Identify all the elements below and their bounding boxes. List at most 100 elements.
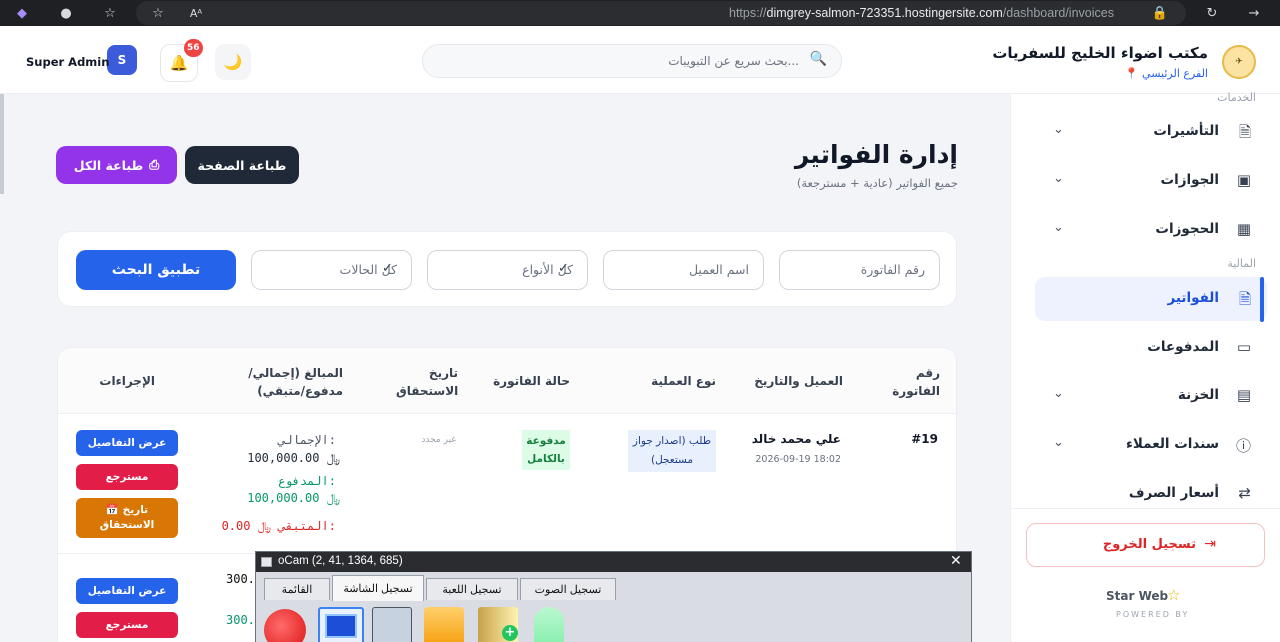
user-avatar[interactable]: S: [107, 45, 137, 75]
ocam-app-icon: [261, 557, 272, 567]
invoice-number[interactable]: #19: [911, 432, 938, 446]
branch-label[interactable]: 📍 الفرع الرئيسي: [1125, 67, 1208, 80]
print-page-button[interactable]: طباعة الصفحة: [185, 146, 299, 184]
sidebar-item-label: الفواتير: [1167, 290, 1219, 306]
profile-icon[interactable]: ●: [56, 3, 76, 23]
check-icon: ✓: [382, 261, 393, 276]
client-name[interactable]: علي محمد خالد: [752, 432, 841, 446]
status-select[interactable]: كل الحالات ✓: [251, 250, 412, 290]
logout-button[interactable]: ⇥ تسجيل الخروج: [1026, 523, 1265, 567]
sidebar-item-label: أسعار الصرف: [1128, 485, 1219, 501]
client-name-input[interactable]: اسم العميل: [603, 250, 764, 290]
sidebar-item-label: المدفوعات: [1147, 339, 1219, 355]
col-actions[interactable]: الإجراءات: [99, 372, 155, 390]
favorite-star-icon[interactable]: ☆: [148, 3, 168, 23]
apply-search-button[interactable]: تطبيق البحث: [76, 250, 236, 290]
invoice-icon: 🗎: [1238, 290, 1251, 308]
type-select[interactable]: كل الأنواع ✓: [427, 250, 588, 290]
refund-button[interactable]: مسترجع: [76, 612, 178, 638]
brand-name: Star Web: [1106, 589, 1169, 603]
ocam-tab-screen-record[interactable]: تسجيل الشاشة: [332, 575, 424, 601]
col-client-date[interactable]: العميل والتاريخ: [754, 372, 843, 390]
ocam-window[interactable]: oCam (2, 41, 1364, 685) ✕ القائمة تسجيل …: [255, 551, 972, 642]
sidebar-item-visas[interactable]: 🗎 التأشيرات ⌄: [1035, 110, 1267, 154]
due-date-value: غير محدد: [421, 435, 456, 445]
view-details-button[interactable]: عرض التفاصيل: [76, 578, 178, 604]
sidebar-item-invoices[interactable]: 🗎 الفواتير: [1035, 277, 1267, 321]
col-amounts[interactable]: المبالغ (إجمالي/ مدفوع/متبقي): [231, 364, 343, 400]
org-logo: ✈: [1222, 45, 1256, 79]
scrollbar-indicator[interactable]: [0, 94, 4, 194]
document-icon: 🗎: [1238, 123, 1251, 141]
due-date-button-line1: 📅 تاريخ: [105, 504, 149, 516]
notification-count-badge: 56: [184, 39, 203, 57]
sidebar-item-client-vouchers[interactable]: ⓘ سندات العملاء ⌄: [1035, 423, 1267, 467]
powered-by: POWERED BY: [1116, 610, 1190, 619]
invoice-number-input[interactable]: رقم الفاتورة: [779, 250, 940, 290]
view-details-button[interactable]: عرض التفاصيل: [76, 430, 178, 456]
screen-capture-icon[interactable]: [318, 607, 364, 642]
record-icon[interactable]: [264, 609, 306, 642]
resize-icon[interactable]: [372, 607, 412, 642]
open-folder-icon[interactable]: [424, 607, 464, 642]
search-placeholder: بحث سريع عن التبويبات...: [668, 54, 799, 68]
microphone-icon[interactable]: [534, 607, 564, 642]
ocam-titlebar[interactable]: oCam (2, 41, 1364, 685) ✕: [256, 552, 971, 572]
chevron-down-icon[interactable]: ⌄: [1053, 435, 1064, 450]
user-name[interactable]: Super Admin: [26, 55, 109, 69]
address-bar[interactable]: ☆ Aᴬ https://dimgrey-salmon-723351.hosti…: [136, 1, 1186, 25]
theme-toggle-moon-icon[interactable]: 🌙: [215, 44, 251, 80]
quick-search-input[interactable]: 🔍 بحث سريع عن التبويبات...: [422, 44, 842, 78]
copilot-icon[interactable]: ◆: [12, 3, 32, 23]
sidebar-item-exchange-rates[interactable]: ⇄ أسعار الصرف: [1035, 472, 1267, 516]
col-op-type[interactable]: نوع العملية: [651, 372, 716, 390]
due-date-button-line2: الاستحقاق: [99, 519, 155, 531]
sidebar-item-label: الخزنة: [1177, 387, 1219, 403]
url-text: https://dimgrey-salmon-723351.hostingers…: [729, 6, 1114, 20]
chevron-down-icon[interactable]: ⌄: [1053, 122, 1064, 137]
ocam-tab-menu[interactable]: القائمة: [264, 578, 330, 600]
col-invoice-no[interactable]: رقم الفاتورة: [890, 364, 940, 400]
id-card-icon: ▣: [1236, 171, 1251, 189]
ocam-tab-game-record[interactable]: تسجيل اللعبة: [426, 578, 518, 600]
check-icon: ✓: [558, 261, 569, 276]
sidebar-item-label: التأشيرات: [1153, 123, 1219, 139]
refund-button[interactable]: مسترجع: [76, 464, 178, 490]
lock-icon[interactable]: 🔒: [1150, 3, 1170, 23]
remaining-value: 0.00 ﷼: [221, 519, 271, 533]
favorites-bar-icon[interactable]: ☆: [100, 3, 120, 23]
chevron-down-icon[interactable]: ⌄: [1053, 220, 1064, 235]
read-aloud-icon[interactable]: Aᴬ: [186, 3, 206, 23]
invoice-date: 2026-09-19 18:02: [755, 454, 841, 465]
paid-value-partial: 300.: [226, 613, 255, 627]
invoice-number-placeholder: رقم الفاتورة: [860, 262, 925, 277]
close-icon[interactable]: ✕: [950, 553, 962, 569]
sidebar-item-payments[interactable]: ▭ المدفوعات: [1035, 326, 1267, 370]
refresh-icon[interactable]: ↻: [1202, 3, 1222, 23]
org-name: مكتب اضواء الخليج للسفريات: [992, 44, 1208, 62]
col-due-date[interactable]: تاريخ الاستحقاق: [396, 364, 458, 400]
print-all-label: طباعة الكل: [73, 157, 144, 173]
sidebar-item-passports[interactable]: ▣ الجوازات ⌄: [1035, 159, 1267, 203]
sidebar-divider: [1010, 508, 1280, 509]
exchange-arrows-icon: ⇄: [1238, 484, 1251, 502]
active-indicator: [1260, 277, 1264, 322]
chevron-down-icon[interactable]: ⌄: [1053, 171, 1064, 186]
ocam-tab-audio-record[interactable]: تسجيل الصوت: [520, 578, 616, 600]
add-video-icon[interactable]: +: [478, 607, 518, 642]
ocam-title: oCam (2, 41, 1364, 685): [278, 555, 403, 567]
section-services: الخدمات: [1217, 91, 1256, 104]
page-subtitle: جميع الفواتير (عادية + مسترجعة): [796, 176, 958, 190]
table-header: رقم الفاتورة العميل والتاريخ نوع العملية…: [58, 348, 956, 414]
due-date-button[interactable]: 📅 تاريخ الاستحقاق: [76, 498, 178, 538]
page-title: إدارة الفواتير: [794, 140, 958, 169]
remaining-label: المتبقي:: [278, 519, 336, 533]
print-all-button[interactable]: طباعة الكل ⎙: [56, 146, 177, 184]
sidebar-item-bookings[interactable]: ▦ الحجوزات ⌄: [1035, 208, 1267, 252]
col-status[interactable]: حالة الفاتورة: [493, 372, 570, 390]
forward-icon[interactable]: →: [1244, 3, 1264, 23]
chevron-down-icon[interactable]: ⌄: [1053, 386, 1064, 401]
safe-icon: ▤: [1236, 386, 1251, 404]
sidebar-item-label: الحجوزات: [1155, 221, 1219, 237]
sidebar-item-treasury[interactable]: ▤ الخزنة ⌄: [1035, 374, 1267, 418]
